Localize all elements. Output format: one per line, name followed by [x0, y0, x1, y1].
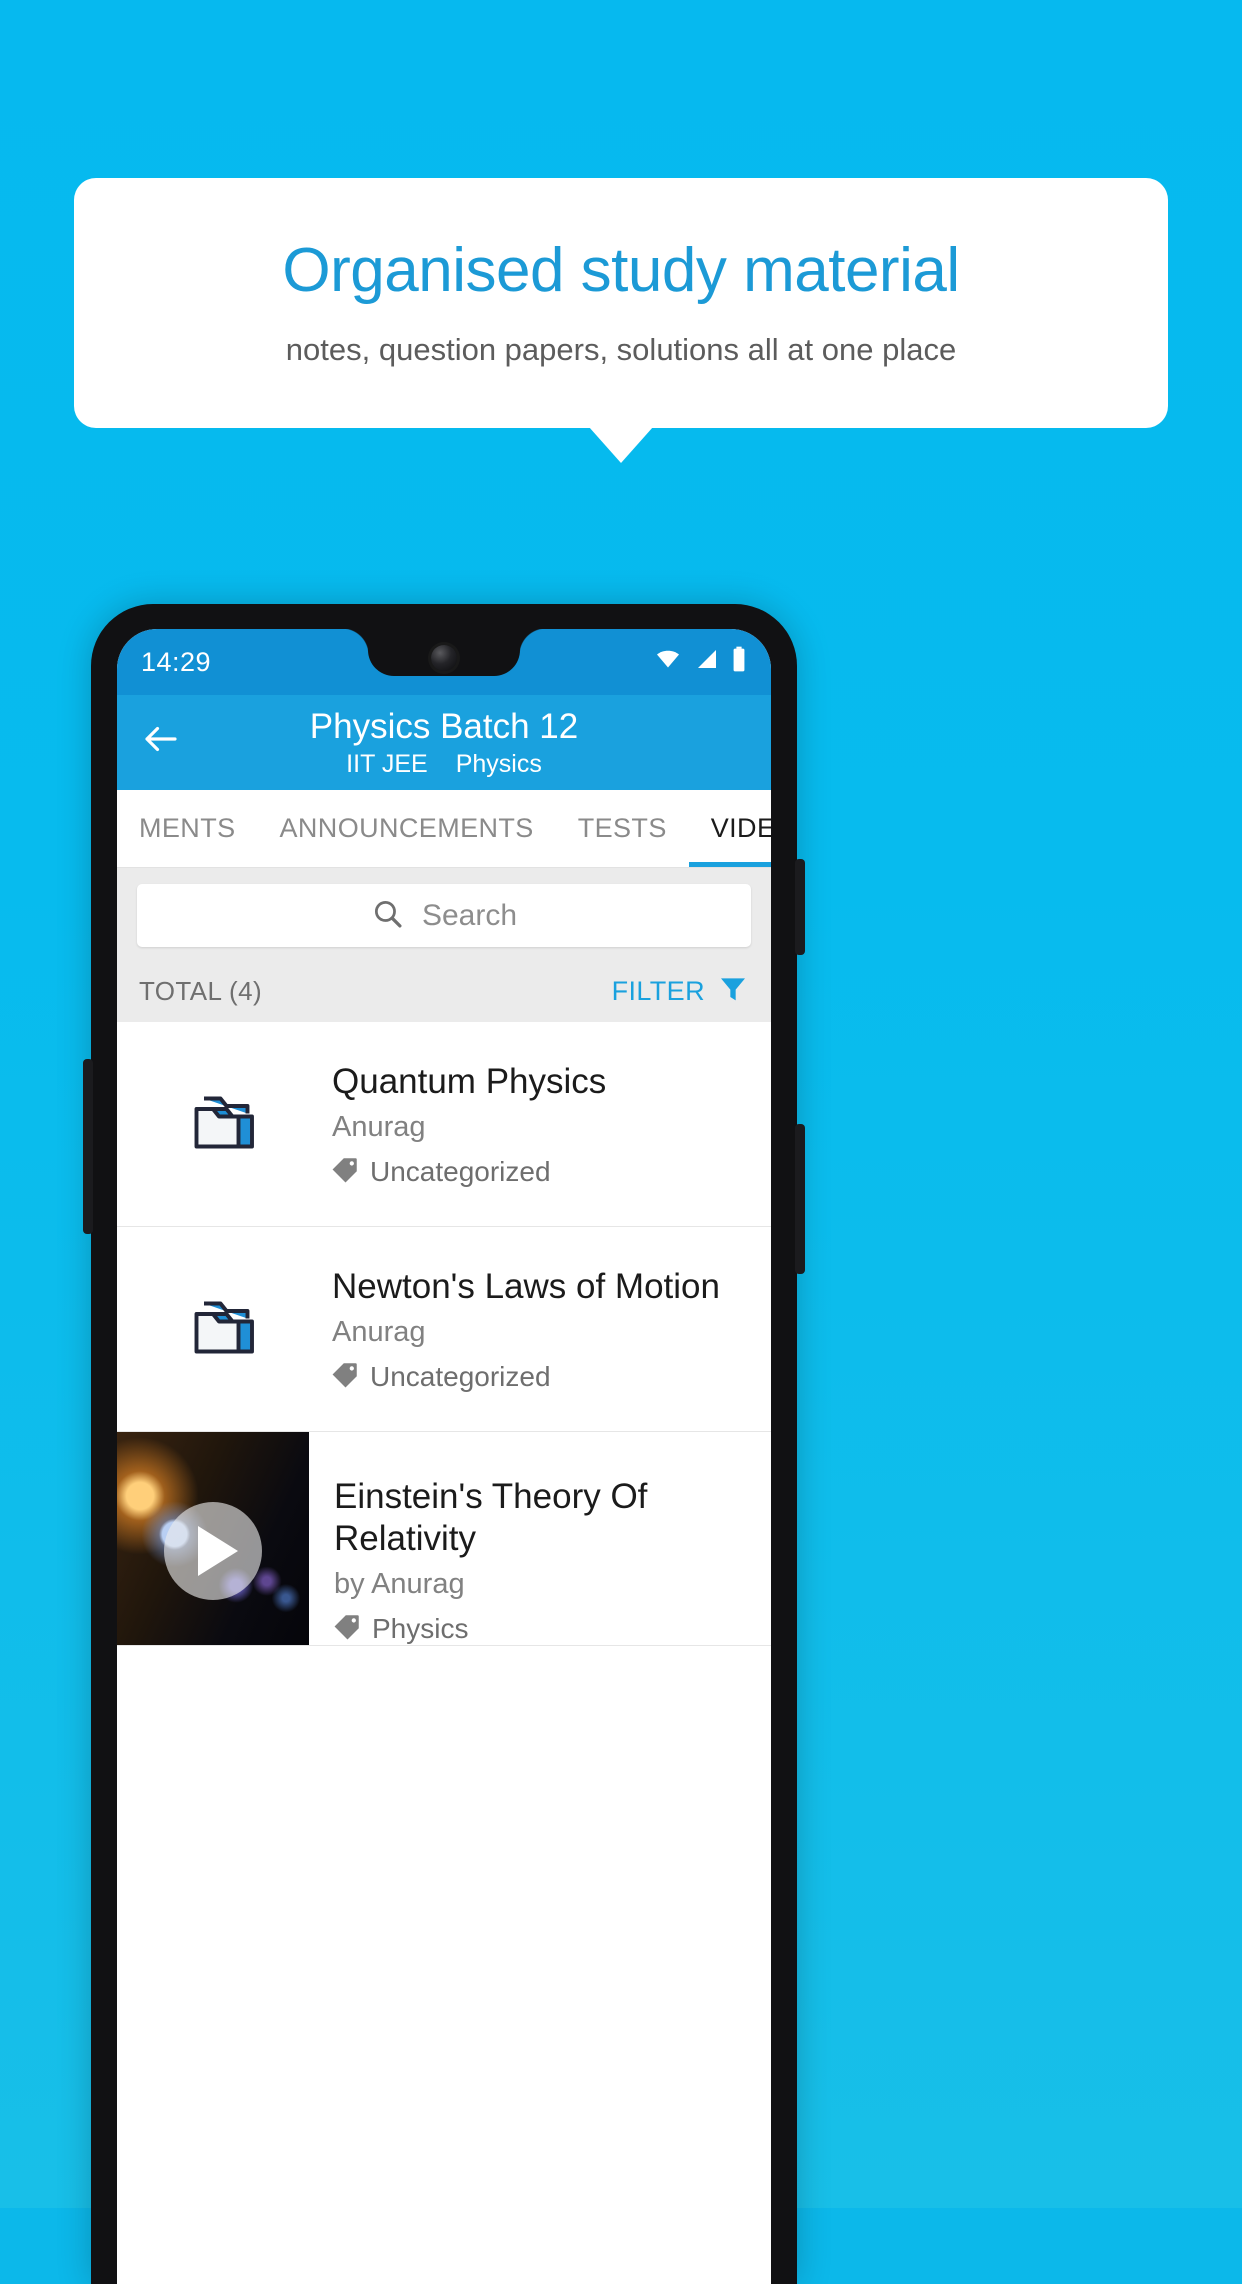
list-item-title: Quantum Physics: [332, 1061, 607, 1101]
folder-icon: [117, 1092, 332, 1156]
list-item-tag: Physics: [334, 1613, 753, 1645]
exam-label: IIT JEE: [346, 750, 428, 779]
tab-assignments[interactable]: MENTS: [117, 790, 258, 867]
play-triangle: [198, 1526, 238, 1577]
wifi-icon: [653, 647, 683, 678]
tab-tests[interactable]: TESTS: [556, 790, 689, 867]
search-placeholder: Search: [421, 898, 518, 932]
list-item-tag: Uncategorized: [332, 1156, 606, 1188]
play-icon[interactable]: [164, 1502, 262, 1601]
list-item[interactable]: Quantum Physics Anurag Uncategorized: [117, 1022, 771, 1227]
list-item-author: Anurag: [332, 1315, 426, 1348]
search-section: Search: [117, 868, 771, 960]
front-camera-icon: [431, 645, 457, 671]
tag-label: Uncategorized: [370, 1155, 551, 1187]
tab-announcements[interactable]: ANNOUNCEMENTS: [258, 790, 556, 867]
tab-label: MENTS: [139, 813, 236, 843]
tag-label: Physics: [372, 1613, 469, 1644]
video-thumbnail[interactable]: [117, 1432, 309, 1645]
volume-button[interactable]: [795, 859, 805, 955]
filter-button[interactable]: FILTER: [612, 973, 749, 1010]
tag-icon: [332, 1156, 359, 1188]
promo-title: Organised study material: [282, 235, 960, 305]
tab-bar: MENTS ANNOUNCEMENTS TESTS VIDEOS: [117, 790, 771, 868]
promo-callout-tail: [589, 427, 653, 463]
list-item[interactable]: Einstein's Theory Of Relativity by Anura…: [117, 1432, 771, 1646]
promo-subtitle: notes, question papers, solutions all at…: [285, 332, 957, 368]
promo-callout-card: Organised study material notes, question…: [74, 178, 1168, 428]
tab-label: TESTS: [577, 813, 667, 843]
filter-label: FILTER: [611, 975, 705, 1006]
tab-videos[interactable]: VIDEOS: [688, 790, 771, 867]
app-bar: Physics Batch 12 IIT JEE Physics: [117, 695, 771, 790]
page-title: Physics Batch 12: [309, 707, 579, 746]
status-icon-group: [653, 646, 747, 679]
list-meta-row: TOTAL (4) FILTER: [117, 960, 771, 1022]
tag-icon: [334, 1613, 361, 1645]
search-icon: [371, 897, 404, 935]
page-subtitle: IIT JEE Physics: [117, 750, 771, 779]
status-bar: 14:29: [117, 629, 771, 695]
subject-label: Physics: [455, 750, 542, 779]
list-item[interactable]: Newton's Laws of Motion Anurag Uncategor…: [117, 1227, 771, 1432]
list-item-body: Quantum Physics Anurag Uncategorized: [332, 1061, 624, 1188]
assistant-button[interactable]: [83, 1059, 93, 1234]
battery-icon: [731, 646, 747, 679]
power-button[interactable]: [795, 1124, 805, 1274]
list-item-author: Anurag: [332, 1110, 426, 1143]
tab-label: ANNOUNCEMENTS: [279, 813, 534, 843]
tag-icon: [332, 1361, 359, 1393]
list-item-author: by Anurag: [334, 1568, 465, 1600]
search-input[interactable]: Search: [137, 884, 751, 947]
list-item-tag: Uncategorized: [332, 1361, 720, 1393]
signal-icon: [694, 647, 720, 678]
phone-mockup: 14:29 Physics Batch 12 IIT JEE Physics M…: [83, 604, 805, 2284]
tab-label: VIDEOS: [710, 813, 771, 843]
list-item-body: Newton's Laws of Motion Anurag Uncategor…: [332, 1266, 738, 1393]
app-bar-titles: Physics Batch 12 IIT JEE Physics: [117, 707, 771, 779]
tag-label: Uncategorized: [370, 1360, 551, 1392]
back-arrow-icon[interactable]: [139, 717, 183, 761]
status-clock: 14:29: [141, 646, 212, 677]
list-item-body: Einstein's Theory Of Relativity by Anura…: [309, 1432, 771, 1645]
list-item-title: Einstein's Theory Of Relativity: [334, 1477, 648, 1558]
phone-screen: 14:29 Physics Batch 12 IIT JEE Physics M…: [117, 629, 771, 2284]
list-item-title: Newton's Laws of Motion: [332, 1266, 720, 1306]
total-count-label: TOTAL (4): [139, 975, 263, 1006]
folder-icon: [117, 1297, 332, 1361]
filter-funnel-icon: [717, 973, 749, 1010]
